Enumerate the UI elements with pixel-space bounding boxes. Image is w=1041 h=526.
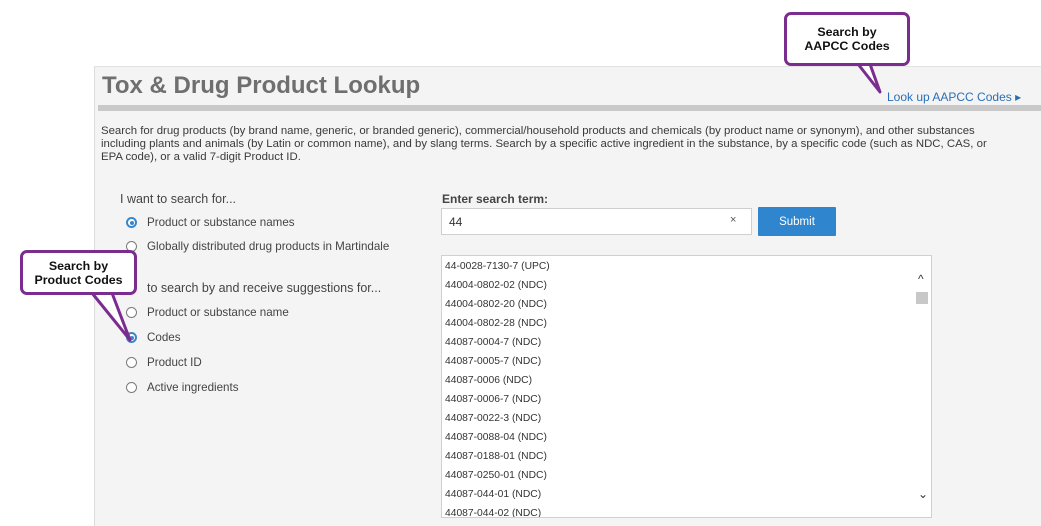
aapcc-callout: Search by AAPCC Codes: [784, 12, 910, 66]
callout-line: AAPCC Codes: [804, 39, 890, 53]
callout-line: Search by: [48, 258, 109, 273]
product-codes-callout-pointer: [90, 291, 132, 342]
callout-pointers: [90, 62, 882, 342]
aapcc-callout-pointer: [856, 62, 882, 94]
callout-line: Search by: [817, 25, 877, 39]
callout-line: Product Codes: [34, 272, 123, 287]
product-codes-callout: Search by Product Codes: [20, 250, 137, 295]
